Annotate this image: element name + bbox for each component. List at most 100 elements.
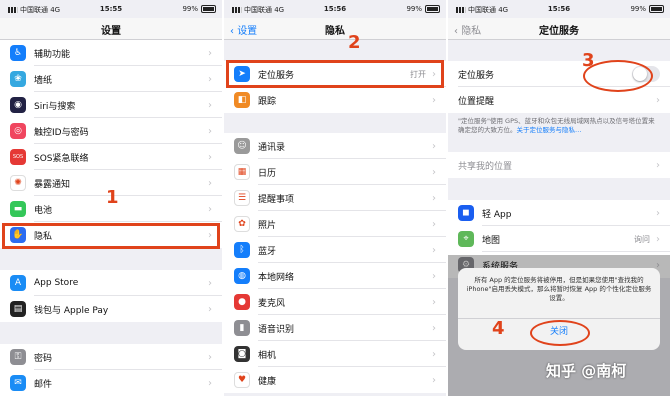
chevron-right-icon: ›: [208, 177, 212, 189]
list-item-label: 钱包与 Apple Pay: [34, 305, 109, 316]
chevron-right-icon: ›: [656, 233, 660, 245]
exposure-icon: ✺: [10, 175, 26, 191]
location-alerts-row[interactable]: 位置提醒 ›: [448, 87, 670, 113]
chevron-right-icon: ›: [432, 374, 436, 386]
list-item-label: Siri与搜索: [34, 101, 76, 112]
list-item[interactable]: ❀ 墙纸 ›: [0, 66, 222, 92]
list-item[interactable]: ▮ 语音识别 ›: [224, 315, 446, 341]
list-item[interactable]: ◼ 轻 App ›: [448, 200, 670, 226]
list-item[interactable]: ◎ 触控ID与密码 ›: [0, 118, 222, 144]
list-item[interactable]: ⌖ 地图 询问 ›: [448, 226, 670, 252]
list-item[interactable]: ✉ 邮件 ›: [0, 370, 222, 396]
share-location-label: 共享我的位置: [458, 161, 513, 172]
privacy-group: ☺ 通讯录 › ▦ 日历 › ☰ 提醒事项 › ✿ 照片 › ᛒ 蓝牙 › ◍ 本地网络 › ● 麦克风 › ▮ 语音识别 ›…: [224, 133, 446, 393]
app-store-icon: A: [10, 275, 26, 291]
bluetooth-icon: ᛒ: [234, 242, 250, 258]
chevron-right-icon: ›: [432, 166, 436, 178]
list-item[interactable]: ● 麦克风 ›: [224, 289, 446, 315]
list-item-label: 提醒事项: [258, 194, 295, 205]
page-title: 定位服务: [539, 26, 579, 37]
list-item[interactable]: ♿ 辅助功能 ›: [0, 40, 222, 66]
list-item-label: SOS紧急联络: [34, 153, 89, 164]
highlight-box: [226, 60, 444, 88]
step-number: 1: [106, 187, 119, 208]
chevron-right-icon: ›: [208, 377, 212, 389]
calendar-icon: ▦: [234, 164, 250, 180]
chevron-right-icon: ›: [208, 203, 212, 215]
battery-icon: [201, 5, 216, 13]
watermark: 知乎 @南柯: [546, 362, 627, 380]
battery-icon: [649, 5, 664, 13]
list-item[interactable]: ▦ 日历 ›: [224, 159, 446, 185]
status-bar: 中国联通 4G 15:56 99%: [448, 0, 670, 18]
list-item-label: 墙纸: [34, 75, 53, 86]
chevron-right-icon: ›: [208, 47, 212, 59]
list-item[interactable]: ◉ Siri与搜索 ›: [0, 92, 222, 118]
list-item-value: 询问: [634, 234, 650, 244]
alert-divider: [458, 318, 660, 319]
settings-group: A App Store › ▤ 钱包与 Apple Pay ›: [0, 270, 222, 322]
list-item-label: 辅助功能: [34, 49, 71, 60]
list-item-label: 地图: [482, 235, 501, 246]
location-note: "定位服务"使用 GPS、蓝牙和众包无线局域网热点以及信号塔位置来确定您的大致方…: [458, 117, 660, 135]
accessibility-icon: ♿: [10, 45, 26, 61]
chevron-right-icon: ›: [656, 159, 660, 171]
chevron-right-icon: ›: [656, 94, 660, 106]
chevron-right-icon: ›: [432, 192, 436, 204]
list-item[interactable]: ▤ 钱包与 Apple Pay ›: [0, 296, 222, 322]
list-item[interactable]: A App Store ›: [0, 270, 222, 296]
page-title: 设置: [101, 26, 121, 37]
list-item[interactable]: ᛒ 蓝牙 ›: [224, 237, 446, 263]
list-item-label: 电池: [34, 205, 53, 216]
list-item-label: 跟踪: [258, 96, 277, 107]
list-item[interactable]: ♥ 健康 ›: [224, 367, 446, 393]
chevron-right-icon: ›: [432, 270, 436, 282]
key-icon: ⚿: [10, 349, 26, 365]
battery-percent: 99%: [630, 5, 646, 13]
list-item[interactable]: ☺ 通讯录 ›: [224, 133, 446, 159]
sos-icon: SOS: [10, 149, 26, 165]
list-item-label: 相机: [258, 350, 277, 361]
list-item[interactable]: ☰ 提醒事项 ›: [224, 185, 446, 211]
settings-group: ⚿ 密码 › ✉ 邮件 ›: [0, 344, 222, 396]
photos-icon: ✿: [234, 216, 250, 232]
battery-icon: [425, 5, 440, 13]
reminders-icon: ☰: [234, 190, 250, 206]
list-item[interactable]: ◙ 相机 ›: [224, 341, 446, 367]
nav-bar: ‹ 设置 隐私: [224, 18, 446, 40]
chevron-right-icon: ›: [208, 351, 212, 363]
chevron-right-icon: ›: [432, 244, 436, 256]
wallet-icon: ▤: [10, 301, 26, 317]
chevron-right-icon: ›: [208, 99, 212, 111]
chevron-right-icon: ›: [208, 125, 212, 137]
list-item-label: 轻 App: [482, 209, 512, 220]
alert-message: 所有 App 的定位服务将被停用，但是如果您使用"查找我的 iPhone"启用丢…: [466, 276, 652, 303]
list-item[interactable]: ✿ 照片 ›: [224, 211, 446, 237]
list-item[interactable]: ◧ 跟踪 ›: [224, 87, 446, 113]
share-location-row[interactable]: 共享我的位置 ›: [448, 152, 670, 178]
settings-group: ♿ 辅助功能 › ❀ 墙纸 › ◉ Siri与搜索 › ◎ 触控ID与密码 › SOS SOS紧急联络 › ✺…: [0, 40, 222, 248]
list-item-label: 通讯录: [258, 142, 286, 153]
chevron-right-icon: ›: [432, 348, 436, 360]
maps-icon: ⌖: [458, 231, 474, 247]
list-item-label: App Store: [34, 278, 79, 288]
chevron-right-icon: ›: [208, 73, 212, 85]
chevron-right-icon: ›: [208, 151, 212, 163]
siri-icon: ◉: [10, 97, 26, 113]
location-alerts-label: 位置提醒: [458, 96, 495, 107]
battery-icon: ▬: [10, 201, 26, 217]
tracking-icon: ◧: [234, 92, 250, 108]
highlight-box: [2, 223, 220, 249]
page-title: 隐私: [325, 26, 345, 37]
privacy-link[interactable]: 关于定位服务与隐私…: [517, 126, 582, 134]
battery-percent: 99%: [406, 5, 422, 13]
status-bar: 中国联通 4G 15:55 99%: [0, 0, 222, 18]
list-item[interactable]: ⚿ 密码 ›: [0, 344, 222, 370]
list-item[interactable]: ◍ 本地网络 ›: [224, 263, 446, 289]
list-item-label: 照片: [258, 220, 277, 231]
chevron-right-icon: ›: [432, 322, 436, 334]
list-item-label: 麦克风: [258, 298, 286, 309]
list-item[interactable]: SOS SOS紧急联络 ›: [0, 144, 222, 170]
chevron-right-icon: ›: [432, 296, 436, 308]
nav-bar: ‹ 隐私 定位服务: [448, 18, 670, 40]
